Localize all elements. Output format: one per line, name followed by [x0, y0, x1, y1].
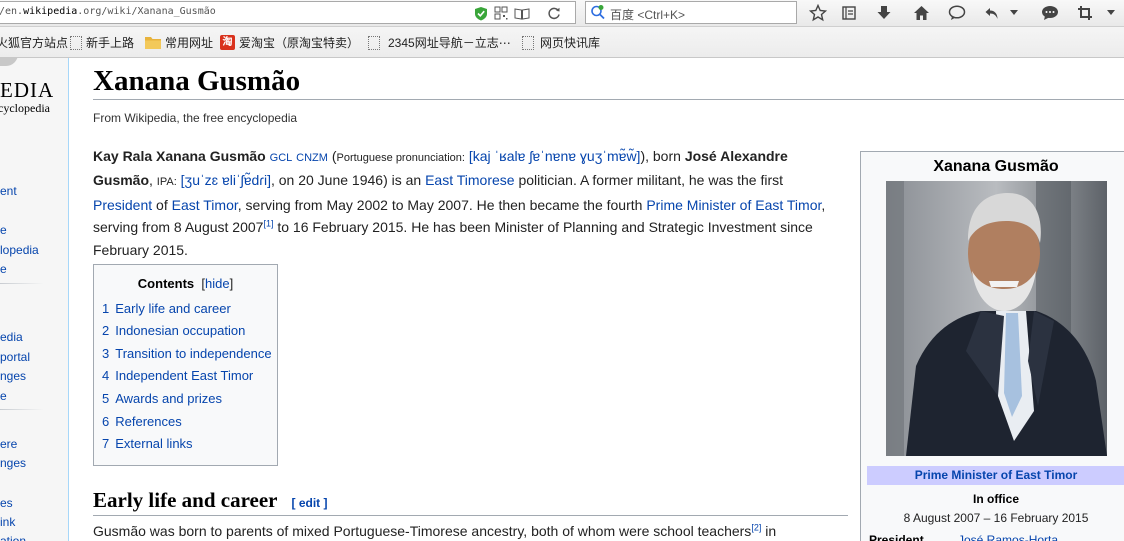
sidebar-link[interactable]: es [0, 496, 13, 510]
bookmark-star-icon[interactable] [806, 2, 830, 24]
sidebar-link[interactable]: e [0, 389, 7, 403]
east-timorese-link[interactable]: East Timorese [425, 172, 514, 188]
toc-item[interactable]: 5 Awards and prizes [102, 391, 222, 406]
sidebar-divider [0, 283, 44, 284]
toc-item[interactable]: 4 Independent East Timor [102, 368, 253, 383]
browser-toolbar: /en.wikipedia.org/wiki/Xanana_Gusmão 百度 … [0, 0, 1124, 27]
east-timor-link[interactable]: East Timor [172, 197, 238, 213]
undo-icon[interactable] [980, 2, 1004, 24]
sidebar-link[interactable]: portal [0, 350, 30, 364]
toc-item[interactable]: 6 References [102, 414, 182, 429]
site-tagline: From Wikipedia, the free encyclopedia [93, 111, 298, 125]
qr-code-icon[interactable] [492, 4, 510, 22]
president-link[interactable]: José Ramos-Horta [958, 533, 1058, 541]
gcl-link[interactable]: GCL [270, 152, 293, 164]
sidebar-divider [0, 409, 44, 410]
toc-hide-toggle[interactable]: hide [205, 276, 230, 291]
sidebar-link[interactable]: e [0, 223, 7, 237]
page-title: Xanana Gusmão [93, 64, 1124, 100]
address-text: /en.wikipedia.org/wiki/Xanana_Gusmão [0, 6, 216, 17]
wiki-sidebar: EDIA ncyclopedia ent e lopedia e edia po… [0, 58, 69, 541]
home-icon[interactable] [909, 2, 933, 24]
chat-bubble-icon[interactable] [945, 2, 969, 24]
reference-link[interactable]: [1] [263, 219, 273, 229]
messages-icon[interactable] [1038, 2, 1062, 24]
shield-icon[interactable] [472, 4, 490, 22]
address-bar[interactable]: /en.wikipedia.org/wiki/Xanana_Gusmão [0, 1, 576, 24]
bookmark-item[interactable]: 淘 爱淘宝（原淘宝特卖） [220, 34, 359, 51]
toc-item[interactable]: 1 Early life and career [102, 301, 231, 316]
folder-icon [145, 37, 161, 49]
bookmarks-menu-icon[interactable] [837, 2, 861, 24]
page-icon [70, 35, 82, 50]
search-icon [589, 3, 607, 21]
cnzm-link[interactable]: CNZM [296, 152, 328, 164]
reload-icon[interactable] [545, 4, 563, 22]
section-heading: Early life and career[ edit ] [93, 488, 848, 516]
toc-item[interactable]: 3 Transition to independence [102, 346, 272, 361]
president-link[interactable]: President [93, 197, 152, 213]
sidebar-link[interactable]: nges [0, 456, 26, 470]
bookmark-item[interactable]: 网页快讯库 [522, 34, 600, 51]
infobox: Xanana Gusmão Prime Minister of East Tim… [860, 151, 1124, 541]
wikipedia-globe-icon [0, 58, 18, 66]
menu-dropdown-icon[interactable] [1104, 2, 1118, 24]
sidebar-link[interactable]: edia [0, 330, 23, 344]
sidebar-link[interactable]: ent [0, 184, 17, 198]
infobox-office-band[interactable]: Prime Minister of East Timor [867, 466, 1124, 485]
section-edit-link[interactable]: [ edit ] [291, 496, 327, 510]
ipa-link[interactable]: [ʒuˈzɛ ɐliˈʃɐ̃dɾi] [181, 172, 271, 188]
sidebar-link[interactable]: e [0, 262, 7, 276]
download-icon[interactable] [872, 2, 896, 24]
bookmark-item[interactable]: 常用网址 [145, 34, 213, 51]
reader-view-icon[interactable] [513, 4, 531, 22]
bookmark-item[interactable]: 2345网址导航－立志⋯ [368, 34, 511, 51]
president-label: President [869, 533, 924, 541]
undo-dropdown-icon[interactable] [1007, 2, 1021, 24]
toc-header: Contents [hide] [137, 276, 234, 291]
prime-minister-link[interactable]: Prime Minister of East Timor [646, 197, 821, 213]
search-bar[interactable]: 百度 <Ctrl+K> [585, 1, 797, 24]
bookmarks-bar: 火狐官方站点 新手上路 常用网址 淘 爱淘宝（原淘宝特卖） 2345网址导航－立… [0, 27, 1124, 58]
sidebar-link[interactable]: ere [0, 437, 17, 451]
infobox-title: Xanana Gusmão [933, 158, 1059, 175]
sidebar-link[interactable]: ation [0, 534, 26, 541]
portrait-photo[interactable] [886, 181, 1107, 456]
lead-paragraph: Kay Rala Xanana Gusmão GCL CNZM (Portugu… [93, 148, 826, 258]
screenshot-crop-icon[interactable] [1073, 2, 1097, 24]
toc-item[interactable]: 2 Indonesian occupation [102, 323, 245, 338]
page-icon [522, 35, 534, 50]
bookmark-item[interactable]: 新手上路 [70, 34, 134, 51]
office-dates: 8 August 2007 – 16 February 2015 [903, 511, 1089, 525]
bookmark-item[interactable]: 火狐官方站点 [0, 34, 68, 51]
sidebar-link[interactable]: ink [0, 515, 15, 529]
logo-tagline: ncyclopedia [0, 101, 50, 115]
toc-item[interactable]: 7 External links [102, 436, 193, 451]
sidebar-link[interactable]: lopedia [0, 243, 39, 257]
section-paragraph: Gusmão was born to parents of mixed Port… [93, 522, 777, 539]
in-office-label: In office [972, 492, 1019, 506]
taobao-icon: 淘 [220, 35, 235, 50]
sidebar-link[interactable]: nges [0, 369, 26, 383]
search-placeholder: 百度 <Ctrl+K> [610, 8, 686, 22]
logo-wordmark[interactable]: EDIA [0, 78, 54, 103]
table-of-contents: Contents [hide] 1 Early life and career 2… [93, 264, 278, 466]
reference-link[interactable]: [2] [751, 522, 761, 532]
pronunciation-link[interactable]: [kaj ˈʁalɐ ʃɐˈnɐnɐ ɣuʒˈmɐ̃w̃] [469, 148, 641, 164]
page-icon [368, 35, 380, 50]
